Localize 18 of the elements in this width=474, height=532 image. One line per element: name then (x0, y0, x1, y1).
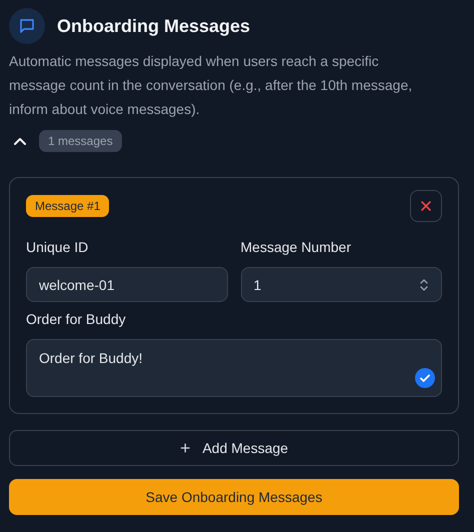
plus-icon: + (180, 438, 190, 458)
number-field[interactable]: 1 (240, 267, 442, 302)
stepper-icon[interactable] (419, 277, 429, 293)
section-description: Automatic messages displayed when users reach a specific message count in the conversation (e.g., after the 10th message, inform about voice messages). (9, 52, 414, 119)
close-icon (420, 200, 432, 212)
add-message-button[interactable]: + Add Message (9, 430, 459, 466)
message-count: 1 messages (39, 130, 122, 152)
text-area[interactable]: Order for Buddy! (26, 339, 442, 397)
text-field[interactable]: welcome-01 (26, 267, 228, 302)
message-icon (9, 8, 45, 44)
field-label: Unique ID (26, 239, 90, 255)
close-button[interactable] (410, 190, 442, 222)
field-label: Message Number (240, 239, 352, 255)
save-button[interactable]: Save Onboarding Messages (9, 479, 459, 515)
message-badge: Message #1 (26, 195, 110, 217)
field-label: Order for Buddy (26, 311, 127, 327)
section-title: Onboarding Messages (57, 16, 250, 36)
check-icon (415, 368, 435, 388)
